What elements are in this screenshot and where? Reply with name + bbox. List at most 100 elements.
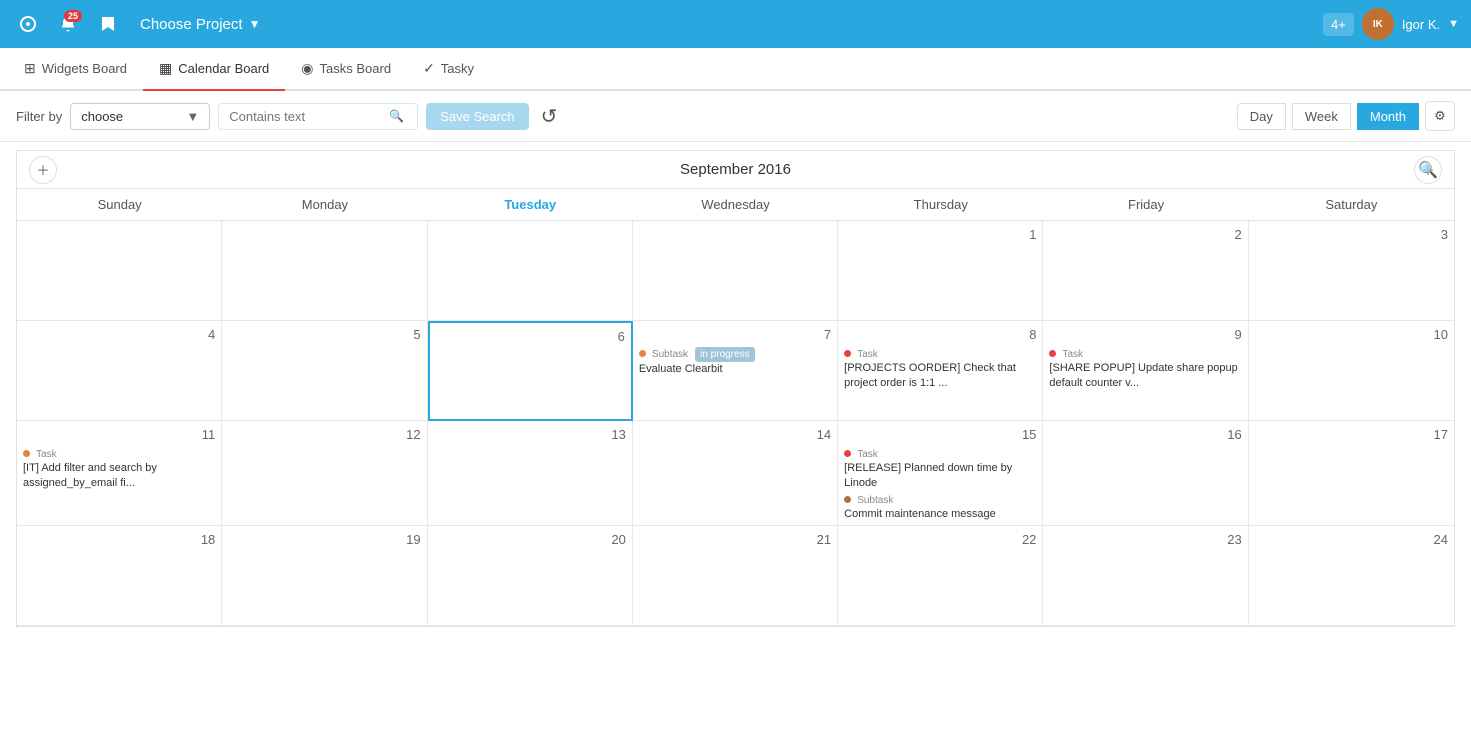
filter-chevron: ▼ <box>186 109 199 124</box>
cal-cell-sep3[interactable]: 3 <box>1249 221 1454 321</box>
cal-cell-empty-1[interactable] <box>17 221 222 321</box>
cal-cell-sep5[interactable]: 5 <box>222 321 427 421</box>
day-label-tuesday: Tuesday <box>428 189 633 220</box>
tasky-icon: ✓ <box>423 60 435 77</box>
cal-cell-sep7[interactable]: 7 Subtask in progress Evaluate Clearbit <box>633 321 838 421</box>
task-sep9-1: Task [SHARE POPUP] Update share popup de… <box>1049 347 1241 390</box>
app-icon <box>19 15 37 33</box>
cal-cell-sep14[interactable]: 14 <box>633 421 838 526</box>
plus-button[interactable]: 4+ <box>1323 13 1354 36</box>
save-search-button[interactable]: Save Search <box>426 103 528 130</box>
cal-cell-sep9[interactable]: 9 Task [SHARE POPUP] Update share popup … <box>1043 321 1248 421</box>
nav-right: 4+ IK Igor K. ▼ <box>1323 8 1459 40</box>
bookmark-button[interactable] <box>92 8 124 40</box>
task-text-sep9: [SHARE POPUP] Update share popup default… <box>1049 361 1241 390</box>
day-label-friday: Friday <box>1043 189 1248 220</box>
cal-cell-sep22[interactable]: 22 <box>838 526 1043 626</box>
cal-cell-sep10[interactable]: 10 <box>1249 321 1454 421</box>
tasks-icon: ◉ <box>301 60 313 77</box>
week-view-button[interactable]: Week <box>1292 103 1351 130</box>
project-selector[interactable]: Choose Project ▼ <box>132 12 268 37</box>
cal-cell-sep6-today[interactable]: 6 <box>428 321 633 421</box>
task-dot-red-8 <box>844 350 851 357</box>
day-label-wednesday: Wednesday <box>633 189 838 220</box>
cal-cell-sep11[interactable]: 11 Task [IT] Add filter and search by as… <box>17 421 222 526</box>
nav-left: 25 Choose Project ▼ <box>12 8 268 40</box>
task-text-sep15a: [RELEASE] Planned down time by Linode <box>844 461 1036 490</box>
task-dot-brown-15 <box>844 496 851 503</box>
filter-label: Filter by <box>16 109 62 124</box>
tab-tasky-label: Tasky <box>441 61 474 76</box>
task-text-sep15b: Commit maintenance message <box>844 507 1036 521</box>
calendar-container: ＋ September 2016 ＋ 🔍 Sunday Monday Tuesd… <box>16 150 1455 627</box>
task-sep11-1: Task [IT] Add filter and search by assig… <box>23 447 215 490</box>
cal-cell-sep18[interactable]: 18 <box>17 526 222 626</box>
tab-bar: ⊞ Widgets Board ▦ Calendar Board ◉ Tasks… <box>0 48 1471 91</box>
tab-tasks[interactable]: ◉ Tasks Board <box>285 48 407 91</box>
avatar: IK <box>1362 8 1394 40</box>
cal-cell-sep2[interactable]: 2 <box>1043 221 1248 321</box>
project-arrow: ▼ <box>249 17 261 31</box>
tab-widgets[interactable]: ⊞ Widgets Board <box>8 48 143 91</box>
search-input[interactable] <box>229 109 389 124</box>
cal-cell-sep15[interactable]: 15 Task [RELEASE] Planned down time by L… <box>838 421 1043 526</box>
avatar-image: IK <box>1362 8 1394 40</box>
user-dropdown-arrow[interactable]: ▼ <box>1448 18 1459 30</box>
cal-cell-sep23[interactable]: 23 <box>1043 526 1248 626</box>
day-view-button[interactable]: Day <box>1237 103 1286 130</box>
notification-button[interactable]: 25 <box>52 8 84 40</box>
cal-cell-empty-2[interactable] <box>222 221 427 321</box>
filter-bar: Filter by choose ▼ 🔍 Save Search ↺ Day W… <box>0 91 1471 142</box>
cal-cell-sep17[interactable]: 17 <box>1249 421 1454 526</box>
bookmark-icon <box>100 15 116 33</box>
month-view-button[interactable]: Month <box>1357 103 1419 130</box>
task-sep7-1: Subtask in progress Evaluate Clearbit <box>639 347 831 376</box>
task-dot-red-15a <box>844 450 851 457</box>
calendar-search-button[interactable]: 🔍 <box>1418 160 1438 180</box>
widgets-icon: ⊞ <box>24 60 36 77</box>
tab-calendar[interactable]: ▦ Calendar Board <box>143 48 285 91</box>
cal-cell-sep21[interactable]: 21 <box>633 526 838 626</box>
in-progress-badge: in progress <box>695 347 754 362</box>
filter-dropdown[interactable]: choose ▼ <box>70 103 210 130</box>
tab-widgets-label: Widgets Board <box>42 61 127 76</box>
tab-calendar-label: Calendar Board <box>178 61 269 76</box>
calendar-icon: ▦ <box>159 60 172 77</box>
cal-cell-sep13[interactable]: 13 <box>428 421 633 526</box>
cal-cell-sep16[interactable]: 16 <box>1043 421 1248 526</box>
calendar-header: ＋ September 2016 ＋ 🔍 <box>17 151 1454 189</box>
task-dot-orange-11 <box>23 450 30 457</box>
project-label: Choose Project <box>140 16 243 33</box>
calendar-settings-button[interactable]: ⚙ <box>1425 101 1455 131</box>
filter-value: choose <box>81 109 123 124</box>
app-icon-button[interactable] <box>12 8 44 40</box>
settings-icon: ⚙ <box>1434 108 1446 124</box>
day-label-thursday: Thursday <box>838 189 1043 220</box>
task-text-sep7: Evaluate Clearbit <box>639 362 831 376</box>
day-label-saturday: Saturday <box>1249 189 1454 220</box>
task-text-sep8: [PROJECTS OORDER] Check that project ord… <box>844 361 1036 390</box>
task-dot-red-9 <box>1049 350 1056 357</box>
prev-month-button[interactable]: ＋ <box>29 156 57 184</box>
cal-cell-sep1[interactable]: 1 <box>838 221 1043 321</box>
view-toggle-group: Day Week Month ⚙ <box>1237 101 1455 131</box>
search-icon: 🔍 <box>389 109 404 123</box>
calendar-title: September 2016 <box>680 161 791 178</box>
cal-cell-sep4[interactable]: 4 <box>17 321 222 421</box>
cal-cell-sep19[interactable]: 19 <box>222 526 427 626</box>
user-name[interactable]: Igor K. <box>1402 17 1440 32</box>
notification-badge: 25 <box>64 10 82 22</box>
prev-arrow-icon: ＋ <box>36 160 49 179</box>
task-text-sep11: [IT] Add filter and search by assigned_b… <box>23 461 215 490</box>
cal-cell-sep20[interactable]: 20 <box>428 526 633 626</box>
cal-cell-sep8[interactable]: 8 Task [PROJECTS OORDER] Check that proj… <box>838 321 1043 421</box>
cal-cell-empty-4[interactable] <box>633 221 838 321</box>
cal-cell-sep12[interactable]: 12 <box>222 421 427 526</box>
day-label-monday: Monday <box>222 189 427 220</box>
cal-cell-empty-3[interactable] <box>428 221 633 321</box>
top-nav: 25 Choose Project ▼ 4+ IK Igor K. ▼ <box>0 0 1471 48</box>
search-box: 🔍 <box>218 103 418 130</box>
cal-cell-sep24[interactable]: 24 <box>1249 526 1454 626</box>
tab-tasky[interactable]: ✓ Tasky <box>407 48 490 91</box>
task-sep15-1: Task [RELEASE] Planned down time by Lino… <box>844 447 1036 490</box>
